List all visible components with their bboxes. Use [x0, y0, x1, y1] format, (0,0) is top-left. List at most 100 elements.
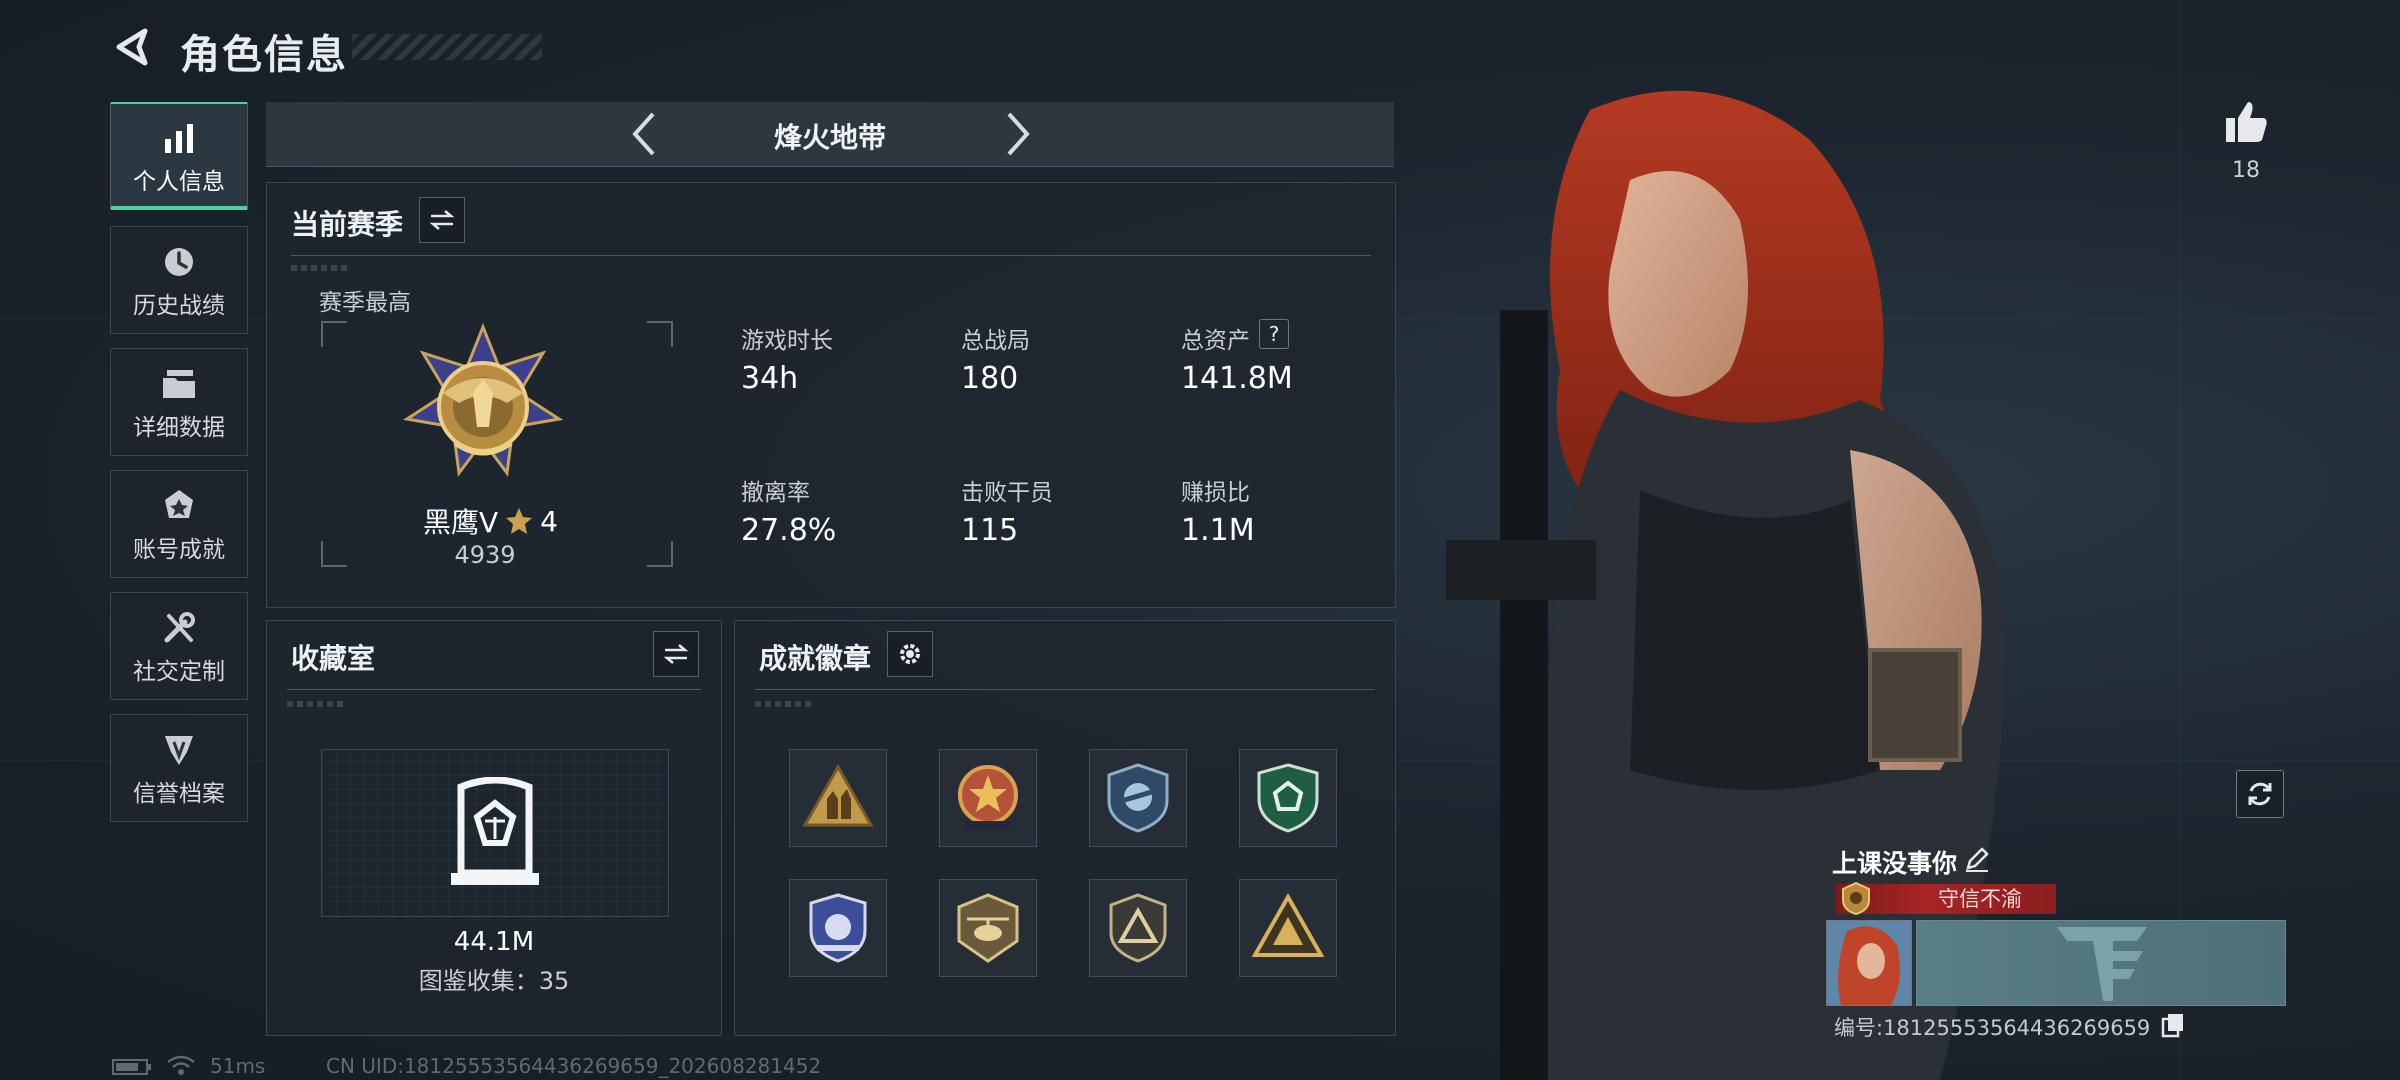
badge-star-red-icon: [958, 765, 1018, 829]
collection-switch-button[interactable]: [653, 631, 699, 677]
season-panel: 当前赛季 赛季最高 黑鹰V 4 4939 游戏时长 34h 总战局 180 总资…: [266, 182, 1396, 608]
collection-count: 图鉴收集：35: [418, 967, 570, 995]
rank-stars: 4: [540, 504, 558, 538]
stat-label-playtime: 游戏时长: [741, 328, 833, 354]
mode-selector: 烽火地带: [266, 102, 1394, 167]
badge-slot[interactable]: [939, 879, 1037, 977]
ping-text: 51ms: [210, 1054, 266, 1078]
sidebar-item-social[interactable]: 社交定制: [110, 592, 248, 700]
back-arrow-icon: [116, 28, 148, 66]
badge-triangle-shield-icon: [1109, 893, 1167, 963]
credit-icon: [161, 728, 197, 772]
badge-slot[interactable]: [1239, 879, 1337, 977]
chevron-right-icon: [1007, 112, 1030, 156]
badge-slot[interactable]: [789, 879, 887, 977]
stat-value-kills: 115: [961, 513, 1019, 548]
bg-grid-line: [2180, 0, 2181, 1080]
sidebar-item-label: 信誉档案: [133, 781, 225, 807]
folder-icon: [161, 362, 197, 406]
assets-help-icon[interactable]: ?: [1259, 319, 1289, 349]
gear-icon: [900, 644, 920, 664]
title-emblem-icon: [1842, 881, 1870, 916]
avatar[interactable]: [1826, 920, 1912, 1006]
badges-title: 成就徽章: [759, 642, 872, 675]
stat-value-matches: 180: [961, 361, 1019, 396]
stat-label-assets: 总资产: [1181, 328, 1250, 354]
banner-logo-icon: [2057, 927, 2147, 1001]
back-button[interactable]: [108, 22, 158, 72]
title-tag-text: 守信不渝: [1938, 887, 2022, 911]
frame-corner: [321, 321, 347, 347]
sidebar-item-credit[interactable]: 信誉档案: [110, 714, 248, 822]
collection-panel[interactable]: 收藏室 44.1M 图鉴收集：35: [266, 620, 722, 1036]
achievement-icon: [161, 484, 197, 528]
like-count: 18: [2232, 158, 2260, 183]
tools-icon: [161, 606, 197, 650]
badges-panel: 成就徽章: [734, 620, 1396, 1036]
season-title: 当前赛季: [291, 208, 404, 241]
badges-settings-button[interactable]: [887, 631, 933, 677]
frame-corner: [647, 541, 673, 567]
divider: [291, 255, 1371, 256]
decor-text: [291, 265, 351, 271]
display-case-icon: [451, 777, 539, 885]
divider: [287, 689, 701, 690]
sidebar-item-detailed-data[interactable]: 详细数据: [110, 348, 248, 456]
badge-triangle-gold-icon: [1251, 892, 1325, 957]
collection-title: 收藏室: [291, 642, 376, 675]
swap-icon: [429, 210, 455, 230]
rank-name: 黑鹰V: [423, 506, 499, 539]
swap-icon: [663, 644, 689, 664]
stat-value-playtime: 34h: [741, 361, 799, 396]
stat-label-extract-rate: 撤离率: [741, 480, 810, 506]
wifi-icon: [167, 1055, 195, 1075]
badge-blue-shield-icon: [809, 893, 867, 963]
season-switch-button[interactable]: [419, 197, 465, 243]
page-title: 角色信息: [180, 32, 348, 78]
history-clock-icon: [161, 240, 197, 284]
title-decoration: [352, 34, 542, 60]
rank-emblem-icon: [403, 323, 563, 477]
mode-title: 烽火地带: [773, 121, 886, 154]
badge-slot[interactable]: [939, 749, 1037, 847]
badge-slot[interactable]: [1239, 749, 1337, 847]
sidebar-item-personal-info[interactable]: 个人信息: [110, 102, 248, 210]
refresh-button[interactable]: [2236, 770, 2284, 818]
uid-text: CN UID:18125553564436269659_202608281452: [326, 1054, 822, 1078]
badge-slot[interactable]: [789, 749, 887, 847]
stat-label-profit-ratio: 赚损比: [1181, 480, 1250, 506]
frame-corner: [647, 321, 673, 347]
decor-text: [287, 701, 347, 707]
season-best-label: 赛季最高: [319, 290, 411, 316]
divider: [755, 689, 1375, 690]
decor-text: [755, 701, 815, 707]
rank-score: 4939: [454, 541, 516, 569]
profile-banner[interactable]: [1916, 920, 2286, 1006]
stat-label-matches: 总战局: [961, 328, 1030, 354]
collection-value: 44.1M: [453, 927, 535, 957]
sidebar-item-label: 详细数据: [133, 415, 225, 441]
badge-wings-blue-icon: [1107, 763, 1169, 833]
badge-slot[interactable]: [1089, 749, 1187, 847]
sidebar-item-label: 历史战绩: [133, 293, 225, 319]
edit-name-icon[interactable]: [1962, 844, 1992, 874]
thumbs-up-icon: [2226, 102, 2267, 142]
player-name: 上课没事你: [1832, 849, 1958, 878]
sidebar-item-history[interactable]: 历史战绩: [110, 226, 248, 334]
sidebar-item-label: 个人信息: [133, 169, 225, 195]
badge-triangle-soldiers-icon: [802, 763, 874, 827]
rank-star-icon: [506, 508, 533, 534]
bar-chart-icon: [162, 116, 196, 160]
stat-value-assets: 141.8M: [1181, 361, 1293, 396]
stat-value-extract-rate: 27.8%: [741, 513, 837, 548]
stat-value-profit-ratio: 1.1M: [1181, 513, 1255, 548]
sidebar-item-label: 账号成就: [133, 537, 225, 563]
battery-icon: [112, 1059, 151, 1075]
refresh-icon: [2248, 782, 2272, 806]
copy-icon[interactable]: [2160, 1012, 2186, 1038]
like-button[interactable]: [2218, 94, 2274, 150]
mode-next-button[interactable]: [996, 110, 1040, 158]
badge-slot[interactable]: [1089, 879, 1187, 977]
badge-green-shield-icon: [1257, 763, 1319, 833]
sidebar-item-achievements[interactable]: 账号成就: [110, 470, 248, 578]
